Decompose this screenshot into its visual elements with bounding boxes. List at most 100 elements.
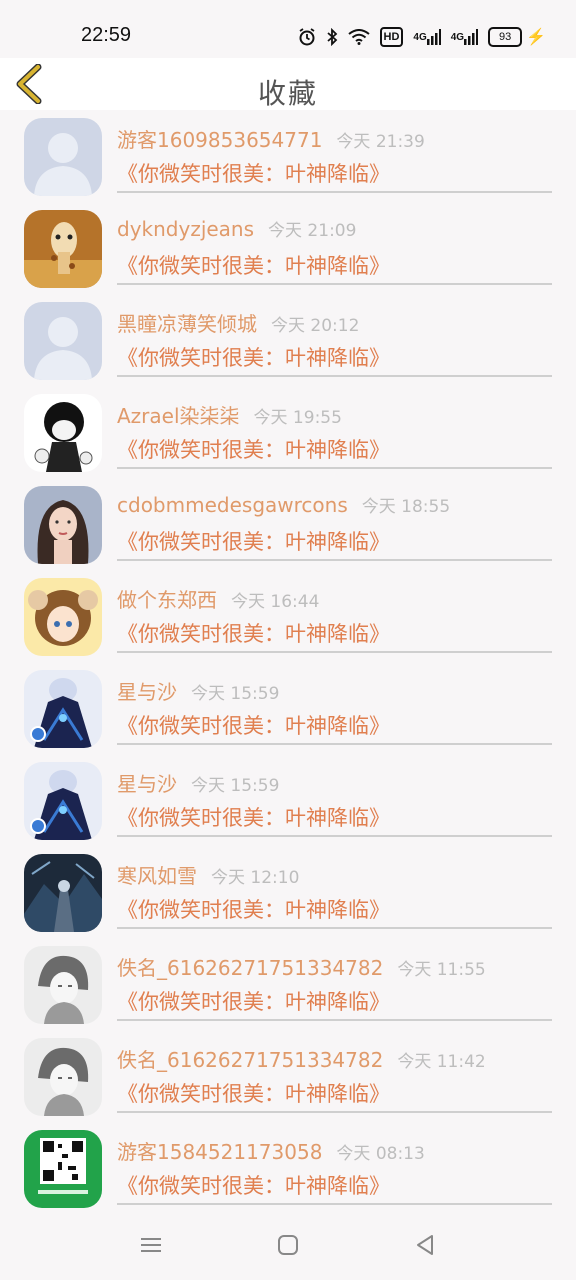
favorite-item[interactable]: 做个东郑西 今天 16:44 《你微笑时很美：叶神降临》 (0, 570, 576, 662)
timestamp: 今天 21:39 (336, 132, 425, 152)
avatar[interactable] (24, 854, 102, 932)
username[interactable]: 佚名_61626271751334782 (117, 956, 383, 980)
hd-badge: HD (379, 27, 404, 47)
system-nav-bar (0, 1208, 576, 1280)
status-icons: HD 4G 4G 93 ⚡ (298, 26, 546, 48)
username[interactable]: 黑瞳凉薄笑倾城 (117, 312, 257, 336)
favorite-quote[interactable]: 《你微笑时很美：叶神降临》 (117, 894, 390, 924)
favorite-item[interactable]: 星与沙 今天 15:59 《你微笑时很美：叶神降临》 (0, 662, 576, 754)
favorite-item[interactable]: dykndyzjeans 今天 21:09 《你微笑时很美：叶神降临》 (0, 202, 576, 294)
favorite-quote[interactable]: 《你微笑时很美：叶神降临》 (117, 526, 390, 556)
avatar[interactable] (24, 118, 102, 196)
divider (117, 743, 552, 745)
name-line: 游客1609853654771 今天 21:39 (117, 124, 425, 153)
favorite-item[interactable]: 游客1584521173058 今天 08:13 《你微笑时很美：叶神降临》 (0, 1122, 576, 1208)
avatar[interactable] (24, 486, 102, 564)
home-button[interactable] (273, 1230, 303, 1260)
name-line: 佚名_61626271751334782 今天 11:55 (117, 952, 486, 981)
name-line: cdobmmedesgawrcons 今天 18:55 (117, 492, 450, 517)
timestamp: 今天 16:44 (231, 592, 320, 612)
name-line: 做个东郑西 今天 16:44 (117, 584, 319, 613)
name-line: 游客1584521173058 今天 08:13 (117, 1136, 425, 1165)
name-line: Azrael染柒柒 今天 19:55 (117, 400, 342, 429)
favorite-quote[interactable]: 《你微笑时很美：叶神降临》 (117, 618, 390, 648)
home-square-icon (278, 1235, 298, 1255)
username[interactable]: 佚名_61626271751334782 (117, 1048, 383, 1072)
avatar[interactable] (24, 670, 102, 748)
divider (117, 927, 552, 929)
avatar[interactable] (24, 762, 102, 840)
charging-bolt-icon: ⚡ (526, 29, 546, 46)
timestamp: 今天 19:55 (253, 408, 342, 428)
timestamp: 今天 11:55 (397, 960, 486, 980)
favorite-item[interactable]: 星与沙 今天 15:59 《你微笑时很美：叶神降临》 (0, 754, 576, 846)
favorite-item[interactable]: Azrael染柒柒 今天 19:55 《你微笑时很美：叶神降临》 (0, 386, 576, 478)
timestamp: 今天 20:12 (271, 316, 360, 336)
username[interactable]: 游客1584521173058 (117, 1140, 322, 1164)
name-line: 星与沙 今天 15:59 (117, 768, 279, 797)
timestamp: 今天 11:42 (397, 1052, 486, 1072)
signal-label-1: 4G (413, 31, 427, 43)
avatar[interactable] (24, 1038, 102, 1116)
name-line: 星与沙 今天 15:59 (117, 676, 279, 705)
name-line: 黑瞳凉薄笑倾城 今天 20:12 (117, 308, 359, 337)
system-back-button[interactable] (410, 1230, 440, 1260)
favorite-quote[interactable]: 《你微笑时很美：叶神降临》 (117, 986, 390, 1016)
favorite-item[interactable]: 佚名_61626271751334782 今天 11:55 《你微笑时很美：叶神降临… (0, 938, 576, 1030)
divider (117, 1111, 552, 1113)
favorite-quote[interactable]: 《你微笑时很美：叶神降临》 (117, 802, 390, 832)
favorite-quote[interactable]: 《你微笑时很美：叶神降临》 (117, 710, 390, 740)
divider (117, 467, 552, 469)
username[interactable]: 星与沙 (117, 680, 177, 704)
favorite-quote[interactable]: 《你微笑时很美：叶神降临》 (117, 1078, 390, 1108)
timestamp: 今天 18:55 (361, 497, 451, 517)
favorite-quote[interactable]: 《你微笑时很美：叶神降临》 (117, 1170, 390, 1200)
avatar[interactable] (24, 302, 102, 380)
favorite-quote[interactable]: 《你微笑时很美：叶神降临》 (117, 250, 390, 280)
bluetooth-icon (326, 26, 338, 48)
name-line: 佚名_61626271751334782 今天 11:42 (117, 1044, 486, 1073)
signal-label-2: 4G (450, 31, 465, 43)
signal-icon-2: 4G (450, 26, 479, 48)
app-header: 收藏 (0, 58, 576, 110)
favorite-quote[interactable]: 《你微笑时很美：叶神降临》 (117, 342, 390, 372)
timestamp: 今天 21:09 (268, 221, 357, 241)
favorite-quote[interactable]: 《你微笑时很美：叶神降临》 (117, 434, 390, 464)
timestamp: 今天 15:59 (191, 684, 280, 704)
divider (117, 1203, 552, 1205)
divider (117, 375, 552, 377)
favorite-item[interactable]: 黑瞳凉薄笑倾城 今天 20:12 《你微笑时很美：叶神降临》 (0, 294, 576, 386)
avatar[interactable] (24, 578, 102, 656)
wifi-icon (347, 26, 370, 48)
divider (117, 651, 552, 653)
favorite-item[interactable]: 寒风如雪 今天 12:10 《你微笑时很美：叶神降临》 (0, 846, 576, 938)
alarm-icon (298, 26, 316, 48)
username[interactable]: cdobmmedesgawrcons (117, 493, 348, 517)
username[interactable]: 寒风如雪 (117, 864, 197, 888)
divider (117, 191, 552, 193)
favorite-item[interactable]: 游客1609853654771 今天 21:39 《你微笑时很美：叶神降临》 (0, 110, 576, 202)
page-title: 收藏 (257, 77, 318, 110)
favorite-item[interactable]: cdobmmedesgawrcons 今天 18:55 《你微笑时很美：叶神降临》 (0, 478, 576, 570)
divider (117, 835, 552, 837)
menu-button[interactable] (136, 1230, 166, 1260)
username[interactable]: dykndyzjeans (117, 217, 254, 241)
avatar[interactable] (24, 210, 102, 288)
favorite-quote[interactable]: 《你微笑时很美：叶神降临》 (117, 158, 390, 188)
back-triangle-icon (417, 1235, 433, 1255)
username[interactable]: Azrael染柒柒 (117, 404, 240, 428)
avatar[interactable] (24, 946, 102, 1024)
username[interactable]: 星与沙 (117, 772, 177, 796)
battery-icon: 93 (488, 27, 523, 47)
divider (117, 283, 552, 285)
username[interactable]: 游客1609853654771 (117, 128, 322, 152)
divider (117, 559, 552, 561)
timestamp: 今天 12:10 (211, 868, 300, 888)
favorite-item[interactable]: 佚名_61626271751334782 今天 11:42 《你微笑时很美：叶神降临… (0, 1030, 576, 1122)
name-line: dykndyzjeans 今天 21:09 (117, 216, 356, 241)
status-time: 22:59 (81, 24, 132, 46)
avatar[interactable] (24, 394, 102, 472)
username[interactable]: 做个东郑西 (117, 588, 217, 612)
status-bar: 22:59 HD 4G 4G 93 ⚡ (0, 0, 576, 58)
avatar[interactable] (24, 1130, 102, 1208)
